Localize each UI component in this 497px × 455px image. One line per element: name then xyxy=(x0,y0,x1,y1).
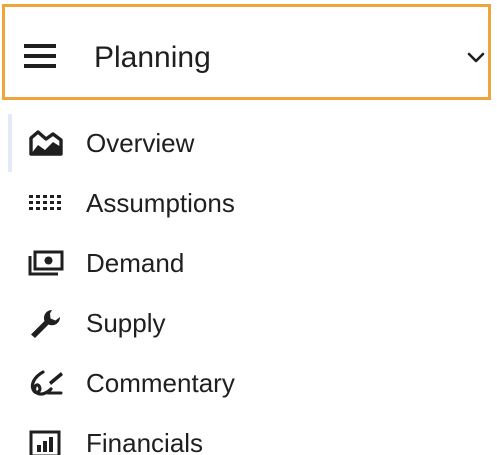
planning-nav-panel: Planning Overview Assumptions Demand Sup… xyxy=(0,0,497,455)
sidebar-item-label: Commentary xyxy=(86,368,235,398)
sidebar-item-label: Supply xyxy=(86,308,166,338)
hamburger-menu-icon[interactable] xyxy=(24,44,56,68)
sidebar-item-label: Demand xyxy=(86,248,185,278)
dot-grid-icon xyxy=(29,195,61,210)
sidebar-item-label: Overview xyxy=(86,128,195,158)
page-title: Planning xyxy=(94,41,211,74)
area-chart-icon xyxy=(29,130,63,156)
planning-header[interactable]: Planning xyxy=(2,4,491,100)
bar-chart-box-icon xyxy=(29,430,61,455)
sidebar-item-label: Assumptions xyxy=(86,188,235,218)
sidebar-item-demand[interactable]: Demand xyxy=(0,234,497,290)
signature-icon xyxy=(30,370,63,396)
sidebar-item-commentary[interactable]: Commentary xyxy=(0,354,497,410)
sidebar-item-label: Financials xyxy=(86,428,204,455)
wrench-icon xyxy=(31,309,61,338)
sidebar-item-overview[interactable]: Overview xyxy=(0,114,497,170)
cash-stack-icon xyxy=(28,250,64,276)
chevron-down-icon[interactable] xyxy=(467,52,485,64)
sidebar-item-supply[interactable]: Supply xyxy=(0,294,497,350)
sidebar-item-financials[interactable]: Financials xyxy=(0,414,497,455)
sidebar-item-assumptions[interactable]: Assumptions xyxy=(0,174,497,230)
